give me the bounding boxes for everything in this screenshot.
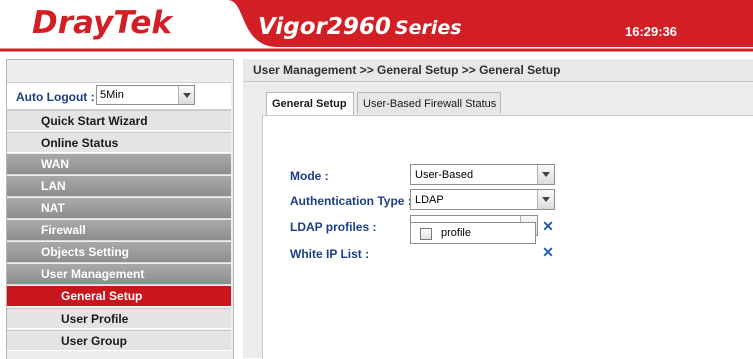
tab-general-setup[interactable]: General Setup xyxy=(266,92,354,115)
white-ip-list-label: White IP List : xyxy=(290,247,370,261)
auto-logout-row: Auto Logout : 5Min xyxy=(7,82,231,110)
tab-user-based-firewall-status[interactable]: User-Based Firewall Status xyxy=(357,92,501,114)
sidebar-item-label: Firewall xyxy=(41,223,86,237)
auto-logout-value: 5Min xyxy=(100,89,124,101)
sidebar-item-label: WAN xyxy=(41,157,69,171)
draytek-logo: DrayTek xyxy=(32,5,172,41)
sidebar-item-label: User Management xyxy=(41,267,145,281)
sidebar-item-wan[interactable]: WAN xyxy=(7,154,231,175)
tab-label: General Setup xyxy=(272,98,347,110)
system-clock: 16:29:36 xyxy=(625,24,678,39)
chevron-down-icon[interactable] xyxy=(537,165,554,184)
sidebar: Auto Logout : 5Min Quick Start Wizard On… xyxy=(6,59,234,359)
authentication-type-value: LDAP xyxy=(415,194,444,206)
mode-select[interactable]: User-Based xyxy=(410,164,555,185)
mode-value: User-Based xyxy=(415,169,474,181)
sidebar-item-label: NAT xyxy=(41,201,65,215)
profile-checkbox[interactable] xyxy=(420,228,432,240)
breadcrumb-text: User Management >> General Setup >> Gene… xyxy=(253,63,561,77)
tab-label: User-Based Firewall Status xyxy=(363,98,497,110)
general-setup-panel: Mode : User-Based Authentication Type : … xyxy=(262,115,753,359)
profile-option-label[interactable]: profile xyxy=(441,227,471,239)
auto-logout-select[interactable]: 5Min xyxy=(96,85,195,105)
sidebar-item-label: General Setup xyxy=(61,289,143,303)
product-model: Vigor2960 xyxy=(258,14,391,40)
product-name: Vigor2960 Series xyxy=(258,14,462,40)
product-series: Series xyxy=(394,17,462,39)
sidebar-item-user-profile[interactable]: User Profile xyxy=(7,308,231,329)
sidebar-item-quick-start-wizard[interactable]: Quick Start Wizard xyxy=(7,110,231,131)
sidebar-item-label: Online Status xyxy=(41,136,119,150)
auto-logout-label: Auto Logout : xyxy=(16,90,95,104)
sidebar-item-label: Quick Start Wizard xyxy=(41,114,148,128)
chevron-down-icon[interactable] xyxy=(537,190,554,209)
content-area: Mode : User-Based Authentication Type : … xyxy=(243,82,753,359)
sidebar-item-lan[interactable]: LAN xyxy=(7,176,231,197)
sidebar-item-user-management[interactable]: User Management xyxy=(7,264,231,285)
authentication-type-label: Authentication Type : xyxy=(290,194,412,208)
sidebar-item-user-group[interactable]: User Group xyxy=(7,330,231,351)
sidebar-item-general-setup[interactable]: General Setup xyxy=(7,286,231,307)
sidebar-item-label: User Profile xyxy=(61,312,129,326)
sidebar-item-nat[interactable]: NAT xyxy=(7,198,231,219)
breadcrumb: User Management >> General Setup >> Gene… xyxy=(243,59,753,82)
sidebar-item-label: LAN xyxy=(41,179,66,193)
main-panel: User Management >> General Setup >> Gene… xyxy=(243,59,753,359)
chevron-down-icon[interactable] xyxy=(178,86,194,104)
clear-icon[interactable]: ✕ xyxy=(541,245,555,259)
sidebar-item-label: Objects Setting xyxy=(41,245,130,259)
sidebar-item-firewall[interactable]: Firewall xyxy=(7,220,231,241)
sidebar-item-label: User Group xyxy=(61,334,128,348)
mode-label: Mode : xyxy=(290,169,329,183)
sidebar-item-online-status[interactable]: Online Status xyxy=(7,132,231,153)
authentication-type-select[interactable]: LDAP xyxy=(410,189,555,210)
ldap-profiles-dropdown[interactable]: profile xyxy=(410,222,536,244)
sidebar-item-objects-setting[interactable]: Objects Setting xyxy=(7,242,231,263)
clear-icon[interactable]: ✕ xyxy=(541,219,555,233)
ldap-profiles-label: LDAP profiles : xyxy=(290,220,377,234)
header-banner: DrayTek Vigor2960 Series 16:29:36 xyxy=(0,0,753,55)
